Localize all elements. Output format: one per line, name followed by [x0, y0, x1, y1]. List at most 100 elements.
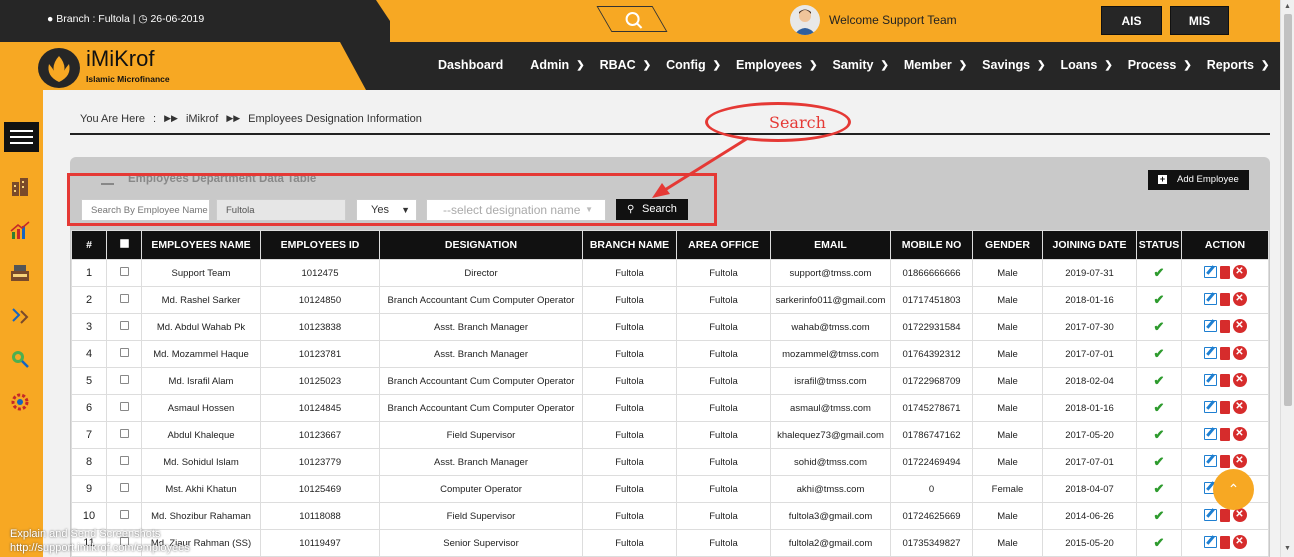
joining-date-cell: 2017-05-20	[1042, 421, 1137, 449]
joining-date-cell: 2018-01-16	[1042, 286, 1137, 314]
select-all-checkbox[interactable]	[106, 230, 142, 260]
trash-icon[interactable]	[1219, 400, 1230, 414]
row-checkbox[interactable]	[106, 259, 142, 287]
trash-icon[interactable]	[1219, 535, 1230, 549]
nav-item-savings[interactable]: Savings ❯	[982, 58, 1045, 72]
user-avatar[interactable]	[790, 5, 820, 35]
row-checkbox[interactable]	[106, 340, 142, 368]
edit-icon[interactable]	[1203, 455, 1217, 467]
nav-item-dashboard[interactable]: Dashboard	[438, 58, 503, 72]
cash-register-icon[interactable]	[9, 262, 31, 284]
close-icon[interactable]: ✕	[1232, 292, 1247, 306]
building-icon[interactable]	[9, 176, 31, 198]
table-row: 1 Support Team 1012475 Director Fultola Fulto…	[71, 259, 1269, 287]
breadcrumb-root[interactable]: iMikrof	[186, 113, 218, 125]
gear-icon[interactable]	[9, 391, 31, 413]
nav-item-samity[interactable]: Samity ❯	[832, 58, 888, 72]
search-settings-icon[interactable]	[9, 348, 31, 370]
nav-item-config[interactable]: Config ❯	[666, 58, 721, 72]
nav-item-member[interactable]: Member ❯	[904, 58, 967, 72]
status-cell: ✔	[1136, 502, 1182, 530]
close-icon[interactable]: ✕	[1232, 346, 1247, 360]
nav-item-reports[interactable]: Reports ❯	[1207, 58, 1270, 72]
trash-icon[interactable]	[1219, 454, 1230, 468]
close-icon[interactable]: ✕	[1232, 319, 1247, 333]
email-cell: asmaul@tmss.com	[770, 394, 891, 422]
close-icon[interactable]: ✕	[1232, 427, 1247, 441]
chevron-right-icon: ❯	[576, 59, 585, 71]
status-cell: ✔	[1136, 367, 1182, 395]
scroll-to-top-button[interactable]: ⌃	[1213, 469, 1254, 510]
edit-icon[interactable]	[1203, 347, 1217, 359]
row-checkbox[interactable]	[106, 421, 142, 449]
mobile-cell: 0	[890, 475, 973, 503]
edit-icon[interactable]	[1203, 374, 1217, 386]
nav-item-admin[interactable]: Admin ❯	[530, 58, 584, 72]
gender-cell: Male	[972, 286, 1043, 314]
transfer-icon[interactable]	[9, 305, 31, 327]
chart-icon[interactable]	[9, 219, 31, 241]
employee-id-cell: 1012475	[260, 259, 380, 287]
nav-item-employees[interactable]: Employees ❯	[736, 58, 817, 72]
designation-cell: Branch Accountant Cum Computer Operator	[379, 394, 583, 422]
edit-icon[interactable]	[1203, 320, 1217, 332]
edit-icon[interactable]	[1203, 428, 1217, 440]
trash-icon[interactable]	[1219, 292, 1230, 306]
area-office-cell: Fultola	[676, 259, 771, 287]
column-header: AREA OFFICE	[676, 230, 771, 260]
row-checkbox[interactable]	[106, 502, 142, 530]
checkbox-icon	[119, 348, 129, 357]
ais-button[interactable]: AIS	[1101, 6, 1162, 35]
edit-icon[interactable]	[1203, 293, 1217, 305]
area-office-cell: Fultola	[676, 367, 771, 395]
nav-item-process[interactable]: Process ❯	[1128, 58, 1192, 72]
scroll-thumb[interactable]	[1284, 14, 1292, 406]
mobile-cell: 01722931584	[890, 313, 973, 341]
row-checkbox[interactable]	[106, 448, 142, 476]
edit-icon[interactable]	[1203, 266, 1217, 278]
close-icon[interactable]: ✕	[1232, 373, 1247, 387]
action-cell: ✕	[1181, 259, 1269, 287]
nav-item-label: Savings	[982, 58, 1031, 72]
row-checkbox[interactable]	[106, 313, 142, 341]
table-row: 4 Md. Mozammel Haque 10123781 Asst. Branch …	[71, 340, 1269, 368]
employees-table: # EMPLOYEES NAME EMPLOYEES ID DESIGNATION BR…	[71, 230, 1269, 557]
trash-icon[interactable]	[1219, 346, 1230, 360]
column-header: BRANCH NAME	[582, 230, 677, 260]
branch-name-cell: Fultola	[582, 502, 677, 530]
row-checkbox[interactable]	[106, 286, 142, 314]
row-checkbox[interactable]	[106, 394, 142, 422]
screenshot-status-line1: Explain and Send Screenshots	[10, 528, 161, 540]
gender-cell: Male	[972, 502, 1043, 530]
branch-name-cell: Fultola	[582, 529, 677, 557]
add-employee-button[interactable]: + Add Employee	[1148, 170, 1249, 190]
trash-icon[interactable]	[1219, 319, 1230, 333]
scroll-up-arrow-icon[interactable]: ▲	[1284, 3, 1291, 10]
trash-icon[interactable]	[1219, 373, 1230, 387]
close-icon[interactable]: ✕	[1232, 265, 1247, 279]
page-scrollbar[interactable]: ▲ ▼	[1280, 0, 1294, 557]
close-icon[interactable]: ✕	[1232, 400, 1247, 414]
edit-icon[interactable]	[1203, 401, 1217, 413]
nav-item-loans[interactable]: Loans ❯	[1061, 58, 1113, 72]
hamburger-menu-icon[interactable]	[4, 122, 39, 152]
row-checkbox[interactable]	[106, 475, 142, 503]
designation-cell: Asst. Branch Manager	[379, 448, 583, 476]
scroll-down-arrow-icon[interactable]: ▼	[1284, 545, 1291, 552]
edit-icon[interactable]	[1203, 509, 1217, 521]
mis-button[interactable]: MIS	[1170, 6, 1229, 35]
checkbox-icon	[119, 456, 129, 465]
close-icon[interactable]: ✕	[1232, 508, 1247, 522]
logo-leaf-icon[interactable]	[38, 48, 80, 88]
area-office-cell: Fultola	[676, 529, 771, 557]
mobile-cell: 01717451803	[890, 286, 973, 314]
row-checkbox[interactable]	[106, 367, 142, 395]
checkbox-icon	[119, 429, 129, 438]
trash-icon[interactable]	[1219, 265, 1230, 279]
close-icon[interactable]: ✕	[1232, 535, 1247, 549]
edit-icon[interactable]	[1203, 536, 1217, 548]
close-icon[interactable]: ✕	[1232, 454, 1247, 468]
trash-icon[interactable]	[1219, 427, 1230, 441]
trash-icon[interactable]	[1219, 508, 1230, 522]
nav-item-rbac[interactable]: RBAC ❯	[600, 58, 652, 72]
